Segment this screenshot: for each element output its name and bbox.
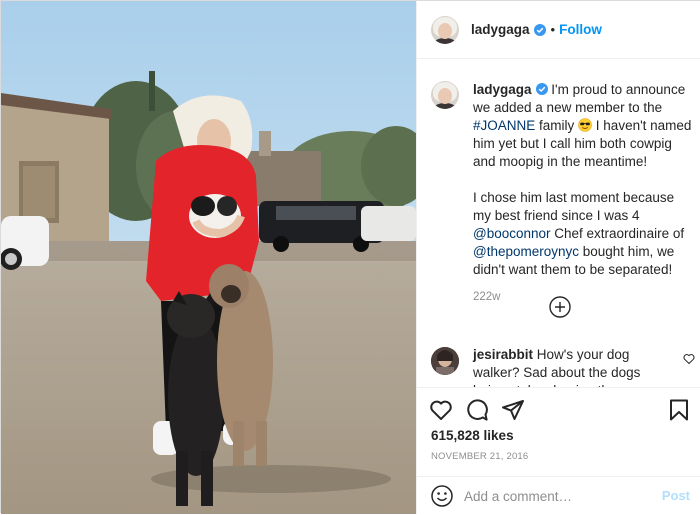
caption-text: Chef extraordinaire of bbox=[550, 226, 685, 241]
caption-timestamp[interactable]: 222w bbox=[473, 291, 693, 303]
mention-link[interactable]: @thepomeroynyc bbox=[473, 244, 579, 259]
commenter-avatar[interactable] bbox=[431, 347, 459, 375]
hashtag-link[interactable]: #JOANNE bbox=[473, 118, 535, 133]
action-icons bbox=[429, 398, 691, 422]
post-photo-illustration bbox=[1, 1, 416, 514]
caption-avatar[interactable] bbox=[431, 81, 459, 109]
emoji-smile-icon[interactable] bbox=[431, 485, 453, 507]
post-side-panel: ladygaga • Follow ladygaga I'm proud to … bbox=[416, 1, 700, 514]
post-comment-button[interactable]: Post bbox=[662, 488, 690, 503]
mention-link[interactable]: @booconnor bbox=[473, 226, 551, 241]
share-send-icon[interactable] bbox=[501, 398, 525, 422]
bookmark-icon[interactable] bbox=[667, 398, 691, 422]
caption-username[interactable]: ladygaga bbox=[473, 82, 532, 97]
add-comment-bar: Post bbox=[417, 476, 700, 515]
author-avatar[interactable] bbox=[431, 15, 459, 44]
caption-text: family bbox=[535, 118, 579, 133]
verified-badge-icon bbox=[533, 23, 546, 36]
commenter-username[interactable]: jesirabbit bbox=[473, 347, 533, 362]
like-heart-icon[interactable] bbox=[429, 398, 453, 422]
like-count[interactable]: 615,828 likes bbox=[431, 428, 514, 443]
post-date[interactable]: NOVEMBER 21, 2016 bbox=[431, 451, 528, 462]
plus-circle-icon[interactable] bbox=[549, 296, 571, 318]
header-separator: • bbox=[550, 22, 556, 37]
post-photo[interactable] bbox=[1, 1, 416, 514]
follow-button[interactable]: Follow bbox=[559, 22, 602, 37]
verified-badge-icon bbox=[535, 83, 548, 95]
caption: ladygaga I'm proud to announce we added … bbox=[431, 81, 693, 303]
comment-body: jesirabbit How's your dog walker? Sad ab… bbox=[473, 346, 665, 387]
author-username[interactable]: ladygaga bbox=[471, 22, 530, 37]
heart-outline-icon[interactable] bbox=[683, 353, 695, 365]
comments-area[interactable]: ladygaga I'm proud to announce we added … bbox=[417, 59, 700, 387]
comment-item: jesirabbit How's your dog walker? Sad ab… bbox=[431, 346, 695, 387]
caption-text: I chose him last moment because my best … bbox=[473, 190, 675, 223]
instagram-post: ladygaga • Follow ladygaga I'm proud to … bbox=[0, 0, 700, 514]
comment-input[interactable] bbox=[464, 485, 654, 507]
sunglasses-emoji-icon bbox=[578, 118, 592, 132]
comment-bubble-icon[interactable] bbox=[465, 398, 489, 422]
post-header: ladygaga • Follow bbox=[417, 1, 700, 59]
post-actions: 615,828 likes NOVEMBER 21, 2016 Post bbox=[417, 387, 700, 514]
caption-body: ladygaga I'm proud to announce we added … bbox=[473, 81, 693, 279]
